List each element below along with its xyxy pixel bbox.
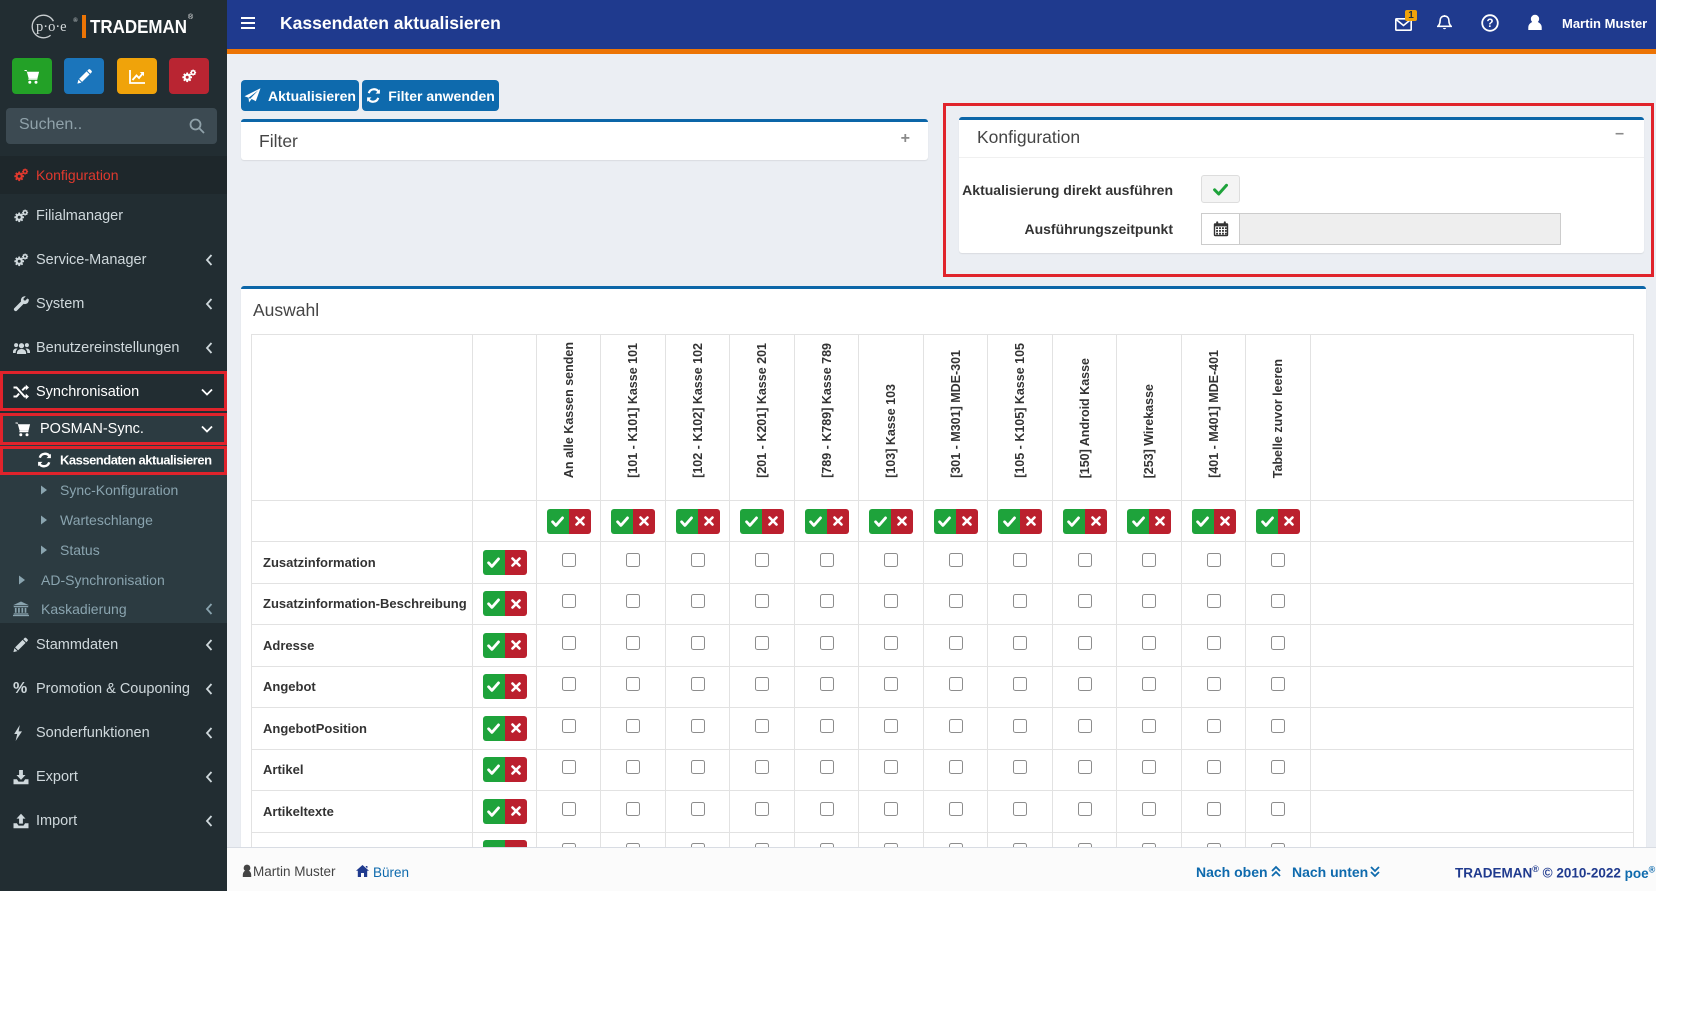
svg-text:TRADEMAN: TRADEMAN (90, 16, 187, 37)
svg-text:®: ® (73, 17, 78, 24)
svg-text:®: ® (188, 13, 194, 21)
svg-text:p·o·e: p·o·e (36, 19, 67, 35)
svg-text:?: ? (1486, 18, 1493, 30)
